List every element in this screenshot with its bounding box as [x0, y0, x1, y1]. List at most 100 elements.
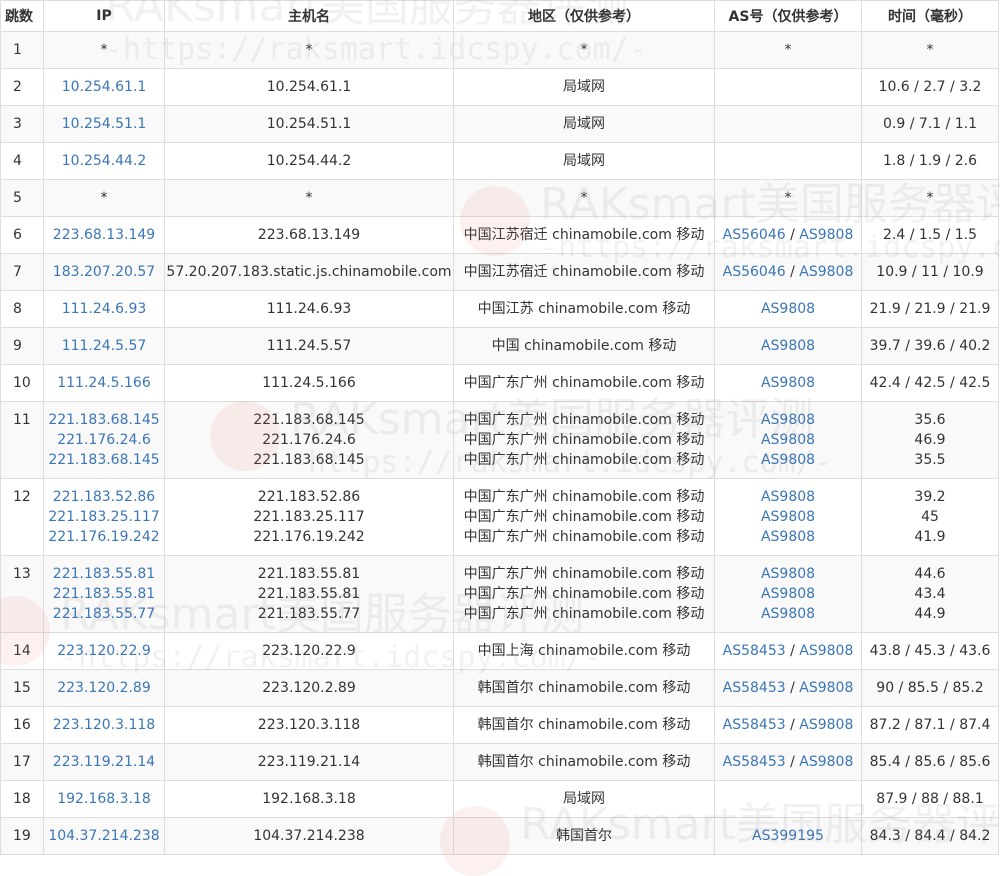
as-link[interactable]: AS9808: [761, 489, 815, 505]
region-text: 中国广东广州 chinamobile.com 移动: [463, 509, 705, 525]
as-link[interactable]: AS56046: [723, 264, 786, 280]
as-link[interactable]: AS58453: [723, 717, 786, 733]
as-text: *: [784, 42, 792, 58]
ip-link[interactable]: 221.183.25.117: [45, 507, 164, 527]
ip-link[interactable]: 223.120.3.118: [45, 715, 164, 735]
as-link[interactable]: AS9808: [761, 452, 815, 468]
as-link[interactable]: AS56046: [723, 227, 786, 243]
ip-link[interactable]: 223.119.21.14: [45, 752, 164, 772]
as-link[interactable]: AS9808: [761, 412, 815, 428]
time-cell: 42.4 / 42.5 / 42.5: [861, 364, 999, 402]
as-link[interactable]: AS9808: [761, 375, 815, 391]
region-cell: 局域网: [453, 142, 715, 180]
traceroute-table: 跳数 IP 主机名 地区（仅供参考） AS号（仅供参考） 时间（毫秒） 1 * * *…: [0, 0, 999, 855]
as-link[interactable]: AS9808: [761, 566, 815, 582]
hop-cell: 18: [0, 780, 44, 818]
as-link[interactable]: AS9808: [761, 338, 815, 354]
as-link[interactable]: AS9808: [761, 586, 815, 602]
ip-link[interactable]: 221.183.55.81: [45, 584, 164, 604]
as-link[interactable]: AS58453: [723, 643, 786, 659]
host-cell: 57.20.207.183.static.js.chinamobile.com: [164, 253, 454, 291]
ip-cell: *: [43, 31, 165, 69]
as-link[interactable]: AS9808: [799, 264, 853, 280]
ip-link[interactable]: 111.24.5.57: [45, 336, 164, 356]
hop-cell: 15: [0, 669, 44, 707]
time-text: 87.2 / 87.1 / 87.4: [869, 717, 991, 733]
ip-link[interactable]: 10.254.61.1: [45, 77, 164, 97]
table-row: 14 223.120.22.9 223.120.22.9 中国上海 chinamobi…: [0, 632, 999, 670]
ip-link[interactable]: 183.207.20.57: [45, 262, 164, 282]
ip-link[interactable]: 104.37.214.238: [45, 826, 164, 846]
ip-link[interactable]: 221.183.55.77: [45, 604, 164, 624]
host-cell: *: [164, 179, 454, 217]
header-as: AS号（仅供参考）: [714, 0, 862, 32]
hop-number: 2: [13, 79, 22, 95]
table-header-row: 跳数 IP 主机名 地区（仅供参考） AS号（仅供参考） 时间（毫秒）: [0, 0, 999, 32]
ip-link[interactable]: 223.120.22.9: [45, 641, 164, 661]
as-link[interactable]: AS9808: [761, 606, 815, 622]
host-cell: *: [164, 31, 454, 69]
as-cell: AS56046 / AS9808: [714, 216, 862, 254]
hop-number: 9: [13, 338, 22, 354]
as-link[interactable]: AS9808: [799, 643, 853, 659]
ip-cell: 223.120.3.118: [43, 706, 165, 744]
time-cell: 39.2 45 41.9: [861, 478, 999, 556]
ip-link[interactable]: 221.183.68.145: [45, 450, 164, 470]
host-cell: 221.183.52.86 221.183.25.117 221.176.19.24…: [164, 478, 454, 556]
ip-link[interactable]: 221.176.19.242: [45, 527, 164, 547]
as-link[interactable]: AS9808: [799, 227, 853, 243]
ip-link[interactable]: 221.183.68.145: [45, 410, 164, 430]
ip-cell: *: [43, 179, 165, 217]
table-row: 3 10.254.51.1 10.254.51.1 局域网 0.9 / 7.1 / 1…: [0, 105, 999, 143]
time-cell: 87.9 / 88 / 88.1: [861, 780, 999, 818]
as-cell: *: [714, 31, 862, 69]
as-link[interactable]: AS9808: [761, 301, 815, 317]
ip-link[interactable]: 111.24.5.166: [45, 373, 164, 393]
host-cell: 10.254.51.1: [164, 105, 454, 143]
region-cell: 中国上海 chinamobile.com 移动: [453, 632, 715, 670]
ip-link[interactable]: 221.183.55.81: [45, 564, 164, 584]
host-text: 223.120.3.118: [257, 717, 361, 733]
region-cell: *: [453, 179, 715, 217]
table-row: 17 223.119.21.14 223.119.21.14 韩国首尔 chinamo…: [0, 743, 999, 781]
as-line: AS9808: [716, 584, 861, 604]
ip-link[interactable]: 10.254.51.1: [45, 114, 164, 134]
host-text: 221.176.24.6: [262, 432, 356, 448]
host-cell: 10.254.61.1: [164, 68, 454, 106]
as-link[interactable]: AS9808: [761, 509, 815, 525]
host-text: 223.119.21.14: [257, 754, 361, 770]
region-text: 韩国首尔: [556, 828, 612, 844]
as-link[interactable]: AS9808: [799, 680, 853, 696]
ip-link[interactable]: 10.254.44.2: [45, 151, 164, 171]
ip-link[interactable]: 221.176.24.6: [45, 430, 164, 450]
time-cell: *: [861, 31, 999, 69]
region-cell: 中国广东广州 chinamobile.com 移动 中国广东广州 chinamob…: [453, 478, 715, 556]
as-line: AS9808: [716, 299, 861, 319]
ip-link[interactable]: 223.120.2.89: [45, 678, 164, 698]
table-row: 1 * * * * *: [0, 31, 999, 69]
region-text: 中国广东广州 chinamobile.com 移动: [463, 432, 705, 448]
as-link[interactable]: AS58453: [723, 754, 786, 770]
ip-cell: 223.68.13.149: [43, 216, 165, 254]
ip-cell: 104.37.214.238: [43, 817, 165, 855]
time-cell: 43.8 / 45.3 / 43.6: [861, 632, 999, 670]
as-link[interactable]: AS58453: [723, 680, 786, 696]
as-link[interactable]: AS399195: [752, 828, 824, 844]
host-text: 10.254.61.1: [266, 79, 352, 95]
as-link[interactable]: AS9808: [799, 754, 853, 770]
hop-number: 1: [13, 42, 22, 58]
ip-link[interactable]: 223.68.13.149: [45, 225, 164, 245]
as-link[interactable]: AS9808: [761, 432, 815, 448]
hop-number: 4: [13, 153, 22, 169]
ip-link[interactable]: 221.183.52.86: [45, 487, 164, 507]
as-cell: AS58453 / AS9808: [714, 632, 862, 670]
as-link[interactable]: AS9808: [761, 529, 815, 545]
time-text: 21.9 / 21.9 / 21.9: [869, 301, 991, 317]
ip-link[interactable]: 192.168.3.18: [45, 789, 164, 809]
as-cell: AS58453 / AS9808: [714, 669, 862, 707]
time-text: 2.4 / 1.5 / 1.5: [882, 227, 978, 243]
ip-link[interactable]: 111.24.6.93: [45, 299, 164, 319]
as-link[interactable]: AS9808: [799, 717, 853, 733]
hop-number: 18: [13, 791, 31, 807]
hop-number: 16: [13, 717, 31, 733]
